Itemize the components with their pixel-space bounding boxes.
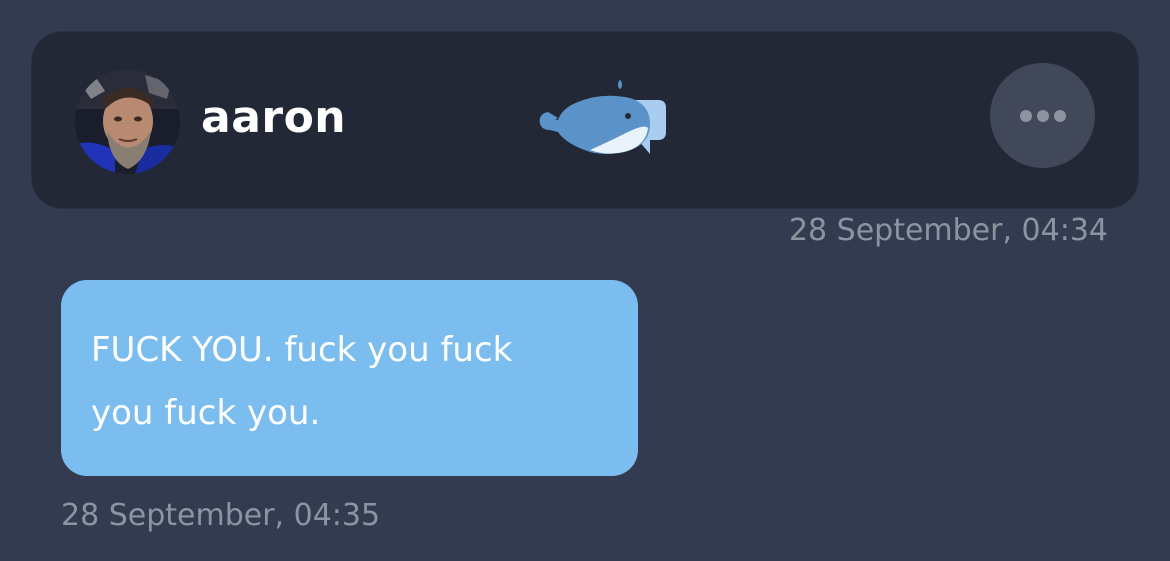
chat-header-card: aaron: [32, 32, 1138, 208]
message-timestamp: 28 September, 04:35: [61, 498, 381, 533]
contact-name[interactable]: aaron: [201, 90, 346, 146]
more-options-button[interactable]: [990, 63, 1095, 168]
message-text: FUCK YOU. fuck you fuck you fuck you.: [91, 330, 513, 433]
whale-chat-logo-icon: [538, 72, 674, 158]
avatar[interactable]: [75, 69, 180, 174]
chat-screen: aaron 28 September, 04:34 FUCK YOU. fuck…: [0, 0, 1170, 561]
more-dots-icon: [1019, 109, 1066, 122]
header-timestamp: 28 September, 04:34: [788, 213, 1108, 248]
avatar-image: [75, 69, 180, 174]
message-bubble[interactable]: FUCK YOU. fuck you fuck you fuck you.: [61, 280, 638, 476]
